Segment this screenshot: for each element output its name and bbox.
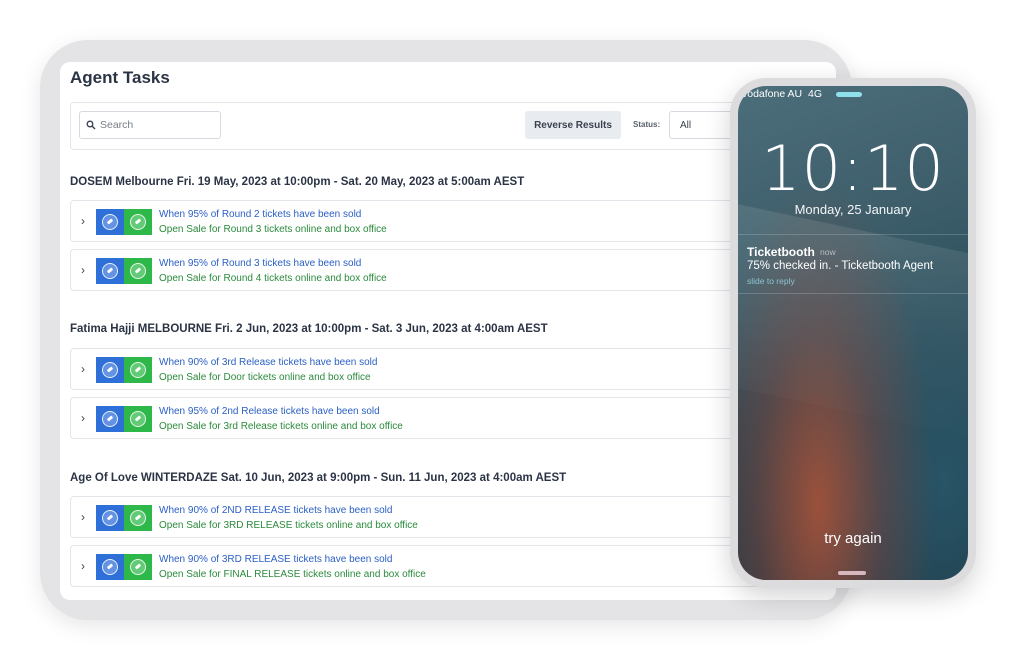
notification-body: 75% checked in. - Ticketbooth Agent (747, 260, 934, 272)
status-label: Status: (633, 120, 661, 129)
task-row[interactable]: › When 90% of 3rd Release tickets have b… (70, 348, 770, 390)
task-trigger: When 95% of Round 3 tickets have been so… (159, 258, 362, 269)
phone-lock-screen: vodafone AU 4G 10:10 Monday, 25 January … (738, 86, 968, 580)
task-trigger: When 90% of 2ND RELEASE tickets have bee… (159, 505, 393, 516)
ticket-icon (124, 406, 152, 432)
page-title: Agent Tasks (70, 68, 170, 87)
notification-hint: slide to reply (747, 276, 795, 286)
notification-time: now (820, 247, 836, 257)
ticket-icon (96, 357, 124, 383)
task-action: Open Sale for Door tickets online and bo… (159, 372, 371, 383)
ticket-icon (124, 505, 152, 531)
toolbar: Reverse Results Status: All (70, 102, 773, 150)
task-row[interactable]: › When 90% of 3RD RELEASE tickets have b… (70, 545, 770, 587)
ticket-icon (96, 505, 124, 531)
task-row[interactable]: › When 95% of Round 3 tickets have been … (70, 249, 770, 291)
ticket-icon (124, 209, 152, 235)
task-row[interactable]: › When 90% of 2ND RELEASE tickets have b… (70, 496, 770, 538)
lock-clock: 10:10 (761, 132, 945, 205)
event-title: Age Of Love WINTERDAZE Sat. 10 Jun, 2023… (70, 472, 567, 484)
chevron-right-icon[interactable]: › (81, 559, 85, 573)
ticket-icon (124, 554, 152, 580)
ticket-icon (124, 258, 152, 284)
event-title: DOSEM Melbourne Fri. 19 May, 2023 at 10:… (70, 176, 525, 188)
chevron-right-icon[interactable]: › (81, 510, 85, 524)
chevron-right-icon[interactable]: › (81, 411, 85, 425)
event-title: Fatima Hajji MELBOURNE Fri. 2 Jun, 2023 … (70, 323, 548, 335)
task-trigger: When 90% of 3RD RELEASE tickets have bee… (159, 554, 393, 565)
search-input[interactable] (100, 119, 210, 131)
task-action: Open Sale for 3RD RELEASE tickets online… (159, 520, 418, 531)
task-action: Open Sale for Round 3 tickets online and… (159, 224, 387, 235)
ticket-icon (96, 406, 124, 432)
chevron-right-icon[interactable]: › (81, 214, 85, 228)
notification-app: Ticketbooth (747, 245, 815, 259)
reverse-results-button[interactable]: Reverse Results (525, 111, 621, 139)
try-again-text: try again (824, 530, 882, 547)
task-row[interactable]: › When 95% of 2nd Release tickets have b… (70, 397, 770, 439)
task-action: Open Sale for 3rd Release tickets online… (159, 421, 403, 432)
agent-tasks-screen: Agent Tasks Reverse Results Status: All … (60, 62, 836, 600)
task-action: Open Sale for FINAL RELEASE tickets onli… (159, 569, 426, 580)
task-action: Open Sale for Round 4 tickets online and… (159, 273, 387, 284)
notification[interactable]: Ticketbooth now 75% checked in. - Ticket… (738, 234, 968, 294)
battery-icon (836, 92, 862, 97)
search-icon (86, 120, 96, 130)
ticket-icon (96, 209, 124, 235)
ticket-icon (96, 258, 124, 284)
carrier-status: vodafone AU 4G (742, 88, 822, 100)
ticket-icon (96, 554, 124, 580)
carrier-name: vodafone AU (742, 88, 803, 100)
task-row[interactable]: › When 95% of Round 2 tickets have been … (70, 200, 770, 242)
chevron-right-icon[interactable]: › (81, 263, 85, 277)
task-trigger: When 95% of 2nd Release tickets have bee… (159, 406, 380, 417)
task-trigger: When 95% of Round 2 tickets have been so… (159, 209, 362, 220)
lock-date: Monday, 25 January (794, 202, 912, 217)
chevron-right-icon[interactable]: › (81, 362, 85, 376)
ticket-icon (124, 357, 152, 383)
network-type: 4G (807, 88, 822, 100)
home-indicator[interactable] (838, 571, 866, 575)
task-trigger: When 90% of 3rd Release tickets have bee… (159, 357, 378, 368)
search-box[interactable] (79, 111, 221, 139)
